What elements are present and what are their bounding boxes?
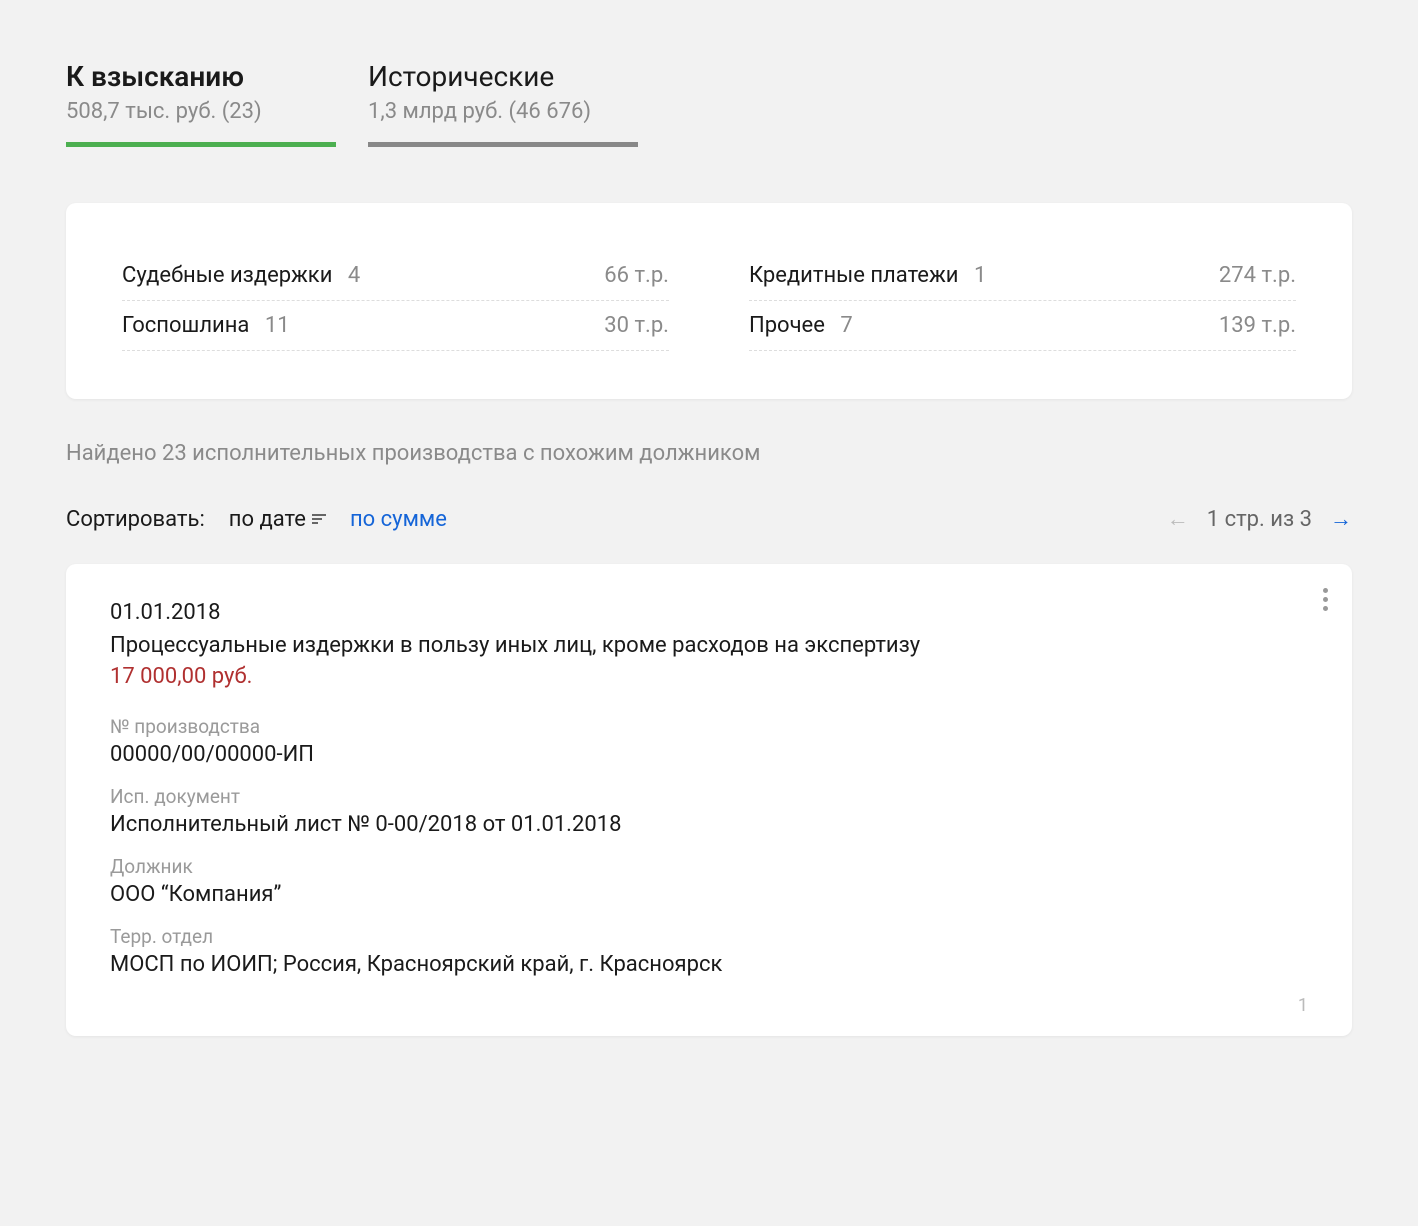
- summary-card: Судебные издержки 4 66 т.р. Госпошлина 1…: [66, 203, 1352, 399]
- summary-value: 139 т.р.: [1219, 313, 1296, 338]
- summary-label: Госпошлина: [122, 313, 249, 338]
- summary-row[interactable]: Прочее 7 139 т.р.: [749, 301, 1296, 351]
- summary-value: 274 т.р.: [1219, 263, 1296, 288]
- debtor-label: Должник: [110, 855, 1308, 878]
- tab-title: Исторические: [368, 60, 638, 93]
- summary-row[interactable]: Кредитные платежи 1 274 т.р.: [749, 251, 1296, 301]
- summary-row[interactable]: Госпошлина 11 30 т.р.: [122, 301, 669, 351]
- tab-underline: [66, 142, 336, 147]
- dept-label: Терр. отдел: [110, 925, 1308, 948]
- summary-col-right: Кредитные платежи 1 274 т.р. Прочее 7 13…: [749, 251, 1296, 351]
- tab-title: К взысканию: [66, 60, 336, 93]
- sort-label: Сортировать:: [66, 507, 205, 532]
- sort-by-date[interactable]: по дате: [229, 507, 326, 532]
- summary-label-wrap: Судебные издержки 4: [122, 263, 360, 288]
- summary-label-wrap: Кредитные платежи 1: [749, 263, 986, 288]
- card-amount: 17 000,00 руб.: [110, 664, 1308, 689]
- case-number-label: № производства: [110, 715, 1308, 738]
- tab-subtitle: 508,7 тыс. руб. (23): [66, 99, 336, 124]
- sort-desc-icon: [312, 514, 326, 524]
- card-menu-button[interactable]: [1323, 584, 1328, 615]
- summary-count: 1: [974, 263, 986, 288]
- tab-historical[interactable]: Исторические 1,3 млрд руб. (46 676): [368, 60, 638, 171]
- pager-next-icon[interactable]: →: [1330, 506, 1352, 532]
- summary-value: 30 т.р.: [604, 313, 669, 338]
- summary-label-wrap: Госпошлина 11: [122, 313, 290, 338]
- pager: ← 1 стр. из 3 →: [1167, 506, 1352, 532]
- pager-prev-icon[interactable]: ←: [1167, 506, 1189, 532]
- card-title: Процессуальные издержки в пользу иных ли…: [110, 633, 1308, 658]
- summary-label-wrap: Прочее 7: [749, 313, 853, 338]
- summary-label: Судебные издержки: [122, 263, 332, 288]
- tab-recovery[interactable]: К взысканию 508,7 тыс. руб. (23): [66, 60, 336, 171]
- summary-count: 4: [348, 263, 360, 288]
- tab-subtitle: 1,3 млрд руб. (46 676): [368, 99, 638, 124]
- card-date: 01.01.2018: [110, 600, 1308, 625]
- page-container: К взысканию 508,7 тыс. руб. (23) Историч…: [30, 30, 1388, 1066]
- tabs: К взысканию 508,7 тыс. руб. (23) Историч…: [66, 60, 1352, 171]
- summary-value: 66 т.р.: [604, 263, 669, 288]
- found-text: Найдено 23 исполнительных производства с…: [66, 441, 1352, 466]
- sort-by-sum[interactable]: по сумме: [350, 507, 447, 532]
- sort-controls: Сортировать: по дате по сумме: [66, 507, 447, 532]
- result-card: 01.01.2018 Процессуальные издержки в пол…: [66, 564, 1352, 1036]
- tab-underline: [368, 142, 638, 147]
- summary-count: 7: [840, 313, 852, 338]
- dots-vertical-icon: [1323, 597, 1328, 602]
- debtor-value: ООО “Компания”: [110, 882, 1308, 907]
- card-index: 1: [110, 995, 1308, 1016]
- summary-count: 11: [265, 313, 290, 338]
- summary-label: Прочее: [749, 313, 825, 338]
- doc-label: Исп. документ: [110, 785, 1308, 808]
- case-number-value: 00000/00/00000-ИП: [110, 742, 1308, 767]
- summary-row[interactable]: Судебные издержки 4 66 т.р.: [122, 251, 669, 301]
- dots-vertical-icon: [1323, 606, 1328, 611]
- summary-col-left: Судебные издержки 4 66 т.р. Госпошлина 1…: [122, 251, 669, 351]
- pager-text: 1 стр. из 3: [1207, 507, 1312, 532]
- dots-vertical-icon: [1323, 588, 1328, 593]
- summary-label: Кредитные платежи: [749, 263, 959, 288]
- sort-row: Сортировать: по дате по сумме ← 1 стр. и…: [66, 506, 1352, 532]
- doc-value: Исполнительный лист № 0-00/2018 от 01.01…: [110, 812, 1308, 837]
- dept-value: МОСП по ИОИП; Россия, Красноярский край,…: [110, 952, 1308, 977]
- sort-by-date-label: по дате: [229, 507, 306, 532]
